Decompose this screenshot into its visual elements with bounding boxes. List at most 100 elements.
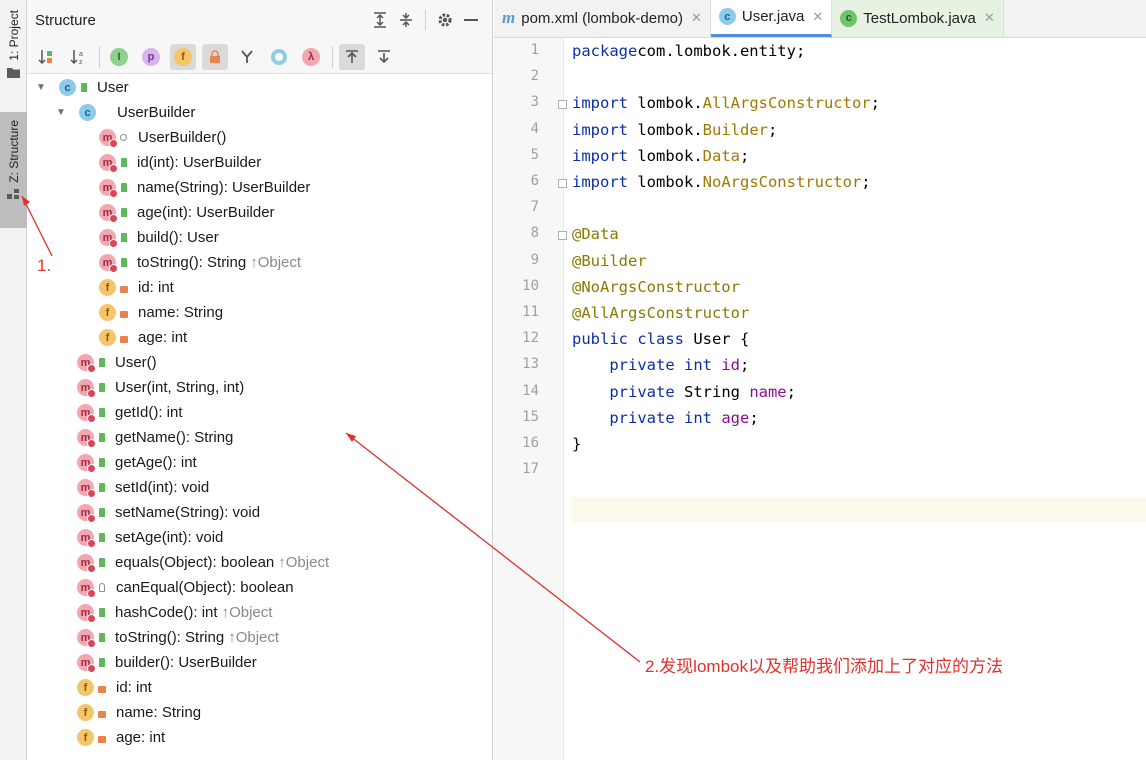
close-icon[interactable]: ✕: [812, 9, 823, 25]
line-number: 4: [530, 120, 539, 137]
public-icon: [99, 358, 105, 367]
code-line: public class User {: [572, 330, 749, 348]
public-icon: [81, 83, 87, 92]
tree-node[interactable]: ▼ c User: [35, 75, 129, 100]
tree-node[interactable]: f name: String: [99, 300, 223, 325]
code-token: import: [572, 94, 628, 113]
tree-node[interactable]: m toString(): String ↑Object: [77, 625, 279, 650]
tree-node[interactable]: m builder(): UserBuilder: [77, 650, 257, 675]
fold-marker-icon[interactable]: [558, 100, 567, 110]
code-line: import lombok.NoArgsConstructor;: [572, 173, 871, 191]
expand-arrow-icon[interactable]: ▼: [55, 107, 67, 118]
tab-pom-xml[interactable]: m pom.xml (lombok-demo) ✕: [494, 0, 711, 37]
method-icon: m: [77, 354, 96, 373]
tree-node[interactable]: f id: int: [99, 275, 174, 300]
tree-node-label: canEqual(Object): boolean: [116, 579, 294, 596]
project-tab-label: 1: Project: [6, 10, 21, 61]
method-icon: m: [99, 204, 118, 223]
code-token: lombok.: [628, 173, 703, 191]
method-icon: m: [77, 379, 96, 398]
line-number: 10: [522, 277, 539, 294]
expand-all-icon[interactable]: [367, 7, 393, 33]
tab-user-java[interactable]: c User.java ✕: [710, 0, 833, 37]
tree-node[interactable]: ▼ c UserBuilder: [55, 100, 195, 125]
line-number: 17: [522, 461, 539, 478]
structure-tool-tab[interactable]: Z: Structure: [0, 112, 27, 228]
tree-node[interactable]: m User(int, String, int): [77, 375, 244, 400]
close-icon[interactable]: ✕: [691, 10, 702, 26]
show-fields-icon[interactable]: f: [170, 43, 196, 70]
line-number: 14: [522, 382, 539, 399]
sort-alphabetically-icon[interactable]: az: [65, 44, 91, 70]
tree-node[interactable]: m build(): User: [99, 225, 219, 250]
close-icon[interactable]: ✕: [984, 10, 995, 26]
line-number: 12: [522, 330, 539, 347]
tree-node[interactable]: m hashCode(): int ↑Object: [77, 600, 272, 625]
code-token: @AllArgsConstructor: [572, 304, 750, 322]
tree-node-label: User: [97, 79, 129, 96]
fold-marker-icon[interactable]: [558, 231, 567, 241]
field-icon: f: [99, 329, 116, 346]
tree-node[interactable]: m getId(): int: [77, 400, 183, 425]
inherited-from-label: ↑Object: [278, 554, 330, 571]
code-token: @Builder: [572, 251, 647, 270]
autoscroll-to-source-icon[interactable]: [339, 43, 365, 70]
collapse-all-icon[interactable]: [393, 7, 419, 33]
tree-node[interactable]: m toString(): String ↑Object: [99, 250, 301, 275]
tree-node[interactable]: m equals(Object): boolean ↑Object: [77, 550, 329, 575]
show-inherited-icon[interactable]: I: [106, 44, 132, 70]
method-icon: m: [99, 129, 118, 148]
tree-node[interactable]: f name: String: [77, 700, 201, 725]
tree-node[interactable]: m UserBuilder(): [99, 125, 226, 150]
fold-marker-icon[interactable]: [558, 179, 567, 188]
tree-node[interactable]: m canEqual(Object): boolean: [77, 575, 294, 600]
structure-title: Structure: [35, 11, 96, 29]
structure-tab-label: Z: Structure: [6, 120, 21, 183]
ide-window: 1: Project Z: Structure Structure a z I …: [0, 0, 1146, 760]
public-icon: [99, 383, 105, 392]
gear-icon[interactable]: [432, 7, 458, 33]
show-properties-icon[interactable]: p: [138, 44, 164, 70]
autoscroll-from-source-icon[interactable]: [371, 44, 397, 70]
code-line: private String name;: [572, 383, 796, 401]
header-separator: [425, 10, 426, 30]
expand-arrow-icon[interactable]: ▼: [35, 82, 47, 93]
tab-label: pom.xml (lombok-demo): [521, 9, 683, 27]
line-number-gutter: 1 2 3 4 5 6 7 8 9 10 11 12 13 14 15 16 17: [494, 38, 567, 760]
project-tool-tab[interactable]: 1: Project: [0, 4, 27, 96]
tree-node[interactable]: f age: int: [77, 725, 165, 750]
method-icon: m: [77, 579, 96, 598]
tree-node[interactable]: m getAge(): int: [77, 450, 197, 475]
tree-node[interactable]: f age: int: [99, 325, 187, 350]
tree-node[interactable]: m User(): [77, 350, 157, 375]
tree-node[interactable]: m name(String): UserBuilder: [99, 175, 310, 200]
show-lambdas-icon[interactable]: λ: [298, 44, 324, 70]
line-number: 1: [530, 42, 539, 58]
structure-header: Structure: [27, 0, 492, 40]
minimize-icon[interactable]: [458, 7, 484, 33]
show-non-public-icon[interactable]: [202, 43, 228, 70]
private-icon: [120, 285, 128, 293]
private-icon: [98, 710, 106, 718]
show-hierarchy-icon[interactable]: [234, 44, 260, 70]
method-icon: m: [77, 404, 96, 423]
tree-node[interactable]: m setAge(int): void: [77, 525, 223, 550]
tree-node[interactable]: m getName(): String: [77, 425, 233, 450]
tree-node[interactable]: f id: int: [77, 675, 152, 700]
sort-by-visibility-icon[interactable]: [33, 44, 59, 70]
public-icon: [121, 158, 127, 167]
tree-node-label: User(): [115, 354, 157, 371]
field-icon: f: [77, 729, 94, 746]
show-anonymous-icon[interactable]: [266, 44, 292, 70]
tree-node[interactable]: m setId(int): void: [77, 475, 209, 500]
tree-node[interactable]: m age(int): UserBuilder: [99, 200, 275, 225]
public-icon: [99, 608, 105, 617]
code-token: ;: [786, 382, 796, 401]
tree-node[interactable]: m setName(String): void: [77, 500, 260, 525]
tab-testlombok-java[interactable]: c TestLombok.java ✕: [832, 0, 1004, 37]
tree-node[interactable]: m id(int): UserBuilder: [99, 150, 261, 175]
private-icon: [98, 735, 106, 743]
current-line-highlight: [572, 497, 1146, 523]
class-icon: c: [718, 8, 736, 25]
tree-node-label: UserBuilder(): [138, 129, 227, 146]
